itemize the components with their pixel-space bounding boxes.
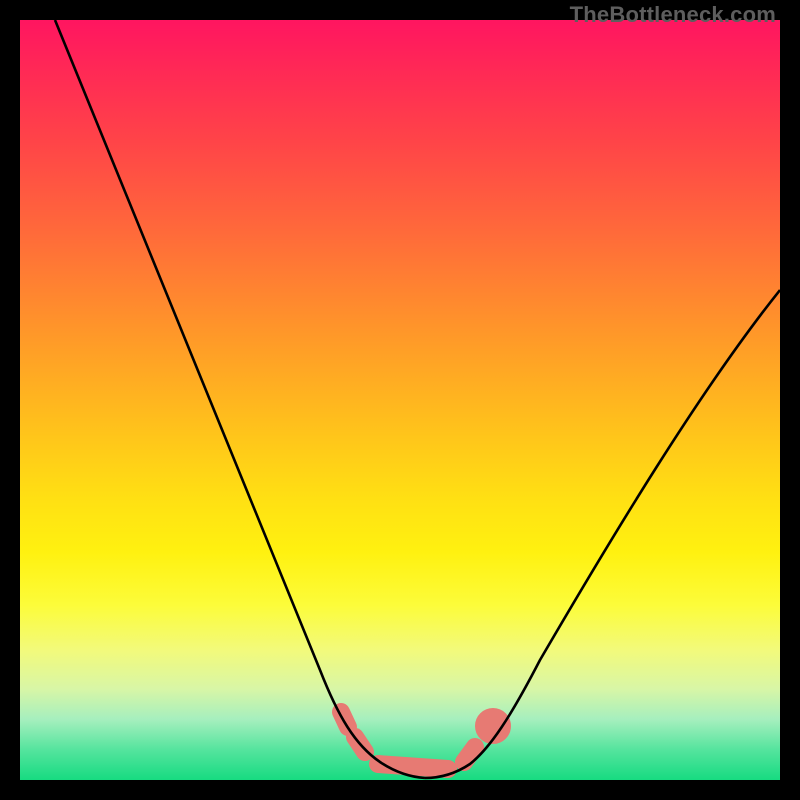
watermark-text: TheBottleneck.com — [570, 2, 776, 28]
highlight-blobs — [341, 712, 502, 769]
curve-left — [55, 20, 425, 778]
plot-area — [20, 20, 780, 780]
chart-frame: TheBottleneck.com — [0, 0, 800, 800]
curve-right — [425, 290, 780, 778]
curve-layer — [20, 20, 780, 780]
